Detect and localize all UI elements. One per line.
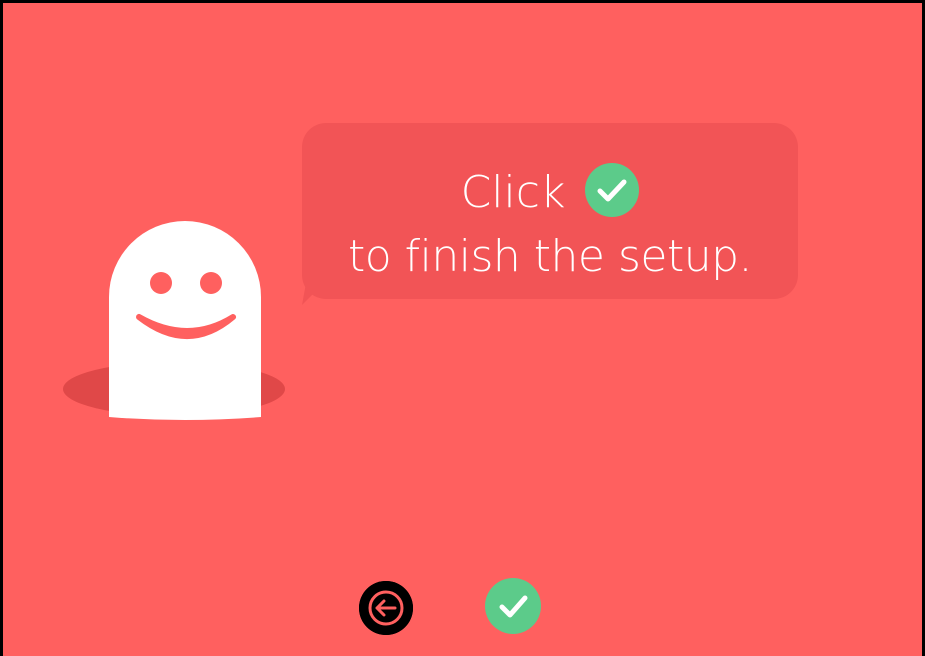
check-circle-icon (585, 163, 640, 217)
speech-bubble-tail (302, 283, 324, 305)
instruction-line-1: Click (302, 163, 798, 219)
speech-bubble: Click to finish the setup. (302, 123, 798, 305)
ghost-body (109, 221, 261, 420)
back-button[interactable] (359, 581, 413, 635)
ghost-illustration (63, 221, 285, 420)
setup-screen: Click to finish the setup. (3, 3, 922, 656)
instruction-click-text: Click (460, 167, 566, 218)
ghost-mascot (63, 217, 303, 427)
ghost-right-eye (200, 272, 222, 294)
check-circle-icon (485, 578, 541, 634)
arrow-left-icon (359, 581, 413, 635)
finish-button[interactable] (485, 578, 541, 634)
instruction-line-2: to finish the setup. (347, 231, 753, 282)
ghost-left-eye (150, 272, 172, 294)
